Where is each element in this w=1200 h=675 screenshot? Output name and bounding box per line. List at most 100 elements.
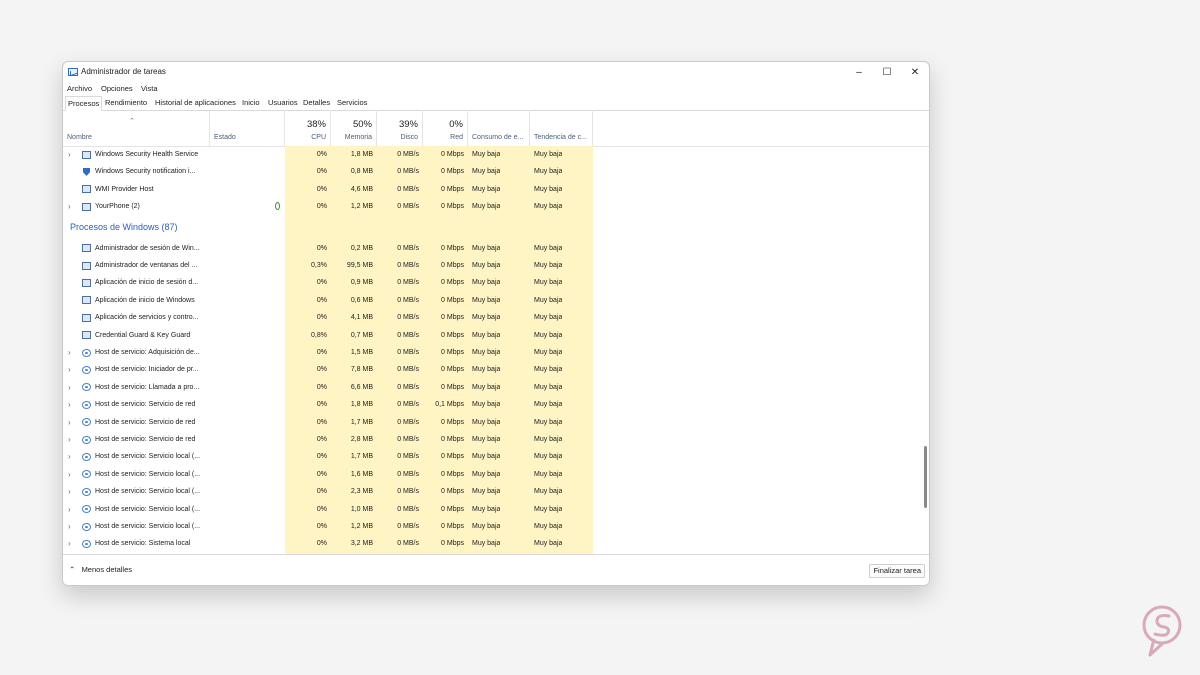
chevron-right-icon[interactable]: › — [68, 344, 71, 361]
process-row[interactable]: › Host de servicio: Servicio local (... 0%… — [63, 483, 929, 500]
process-power: Muy baja — [472, 244, 501, 252]
process-row[interactable]: › Host de servicio: Servicio local (... 0%… — [63, 448, 929, 465]
group-title-windows-processes[interactable]: Procesos de Windows (87) — [70, 217, 178, 237]
process-power: Muy baja — [472, 383, 501, 391]
tab-usuarios[interactable]: Usuarios — [266, 96, 300, 109]
chevron-right-icon[interactable]: › — [68, 535, 71, 552]
process-row[interactable]: › Host de servicio: Servicio de red 0% 2,8 … — [63, 431, 929, 448]
chevron-right-icon[interactable]: › — [68, 379, 71, 396]
process-net: 0 Mbps — [441, 453, 464, 461]
process-power-trend: Muy baja — [534, 349, 563, 356]
chevron-right-icon[interactable]: › — [68, 414, 71, 431]
process-net: 0 Mbps — [441, 262, 464, 269]
process-cpu: 0% — [316, 151, 327, 158]
process-row[interactable]: › Host de servicio: Servicio de red 0% 1,8 … — [63, 396, 929, 413]
chevron-right-icon[interactable]: › — [68, 448, 71, 465]
window-app-icon — [82, 331, 91, 340]
title-bar[interactable]: Administrador de tareas – ☐ ✕ — [63, 62, 929, 82]
process-mem: 0,7 MB — [350, 331, 373, 339]
chevron-right-icon[interactable]: › — [68, 431, 71, 448]
menu-vista[interactable]: Vista — [141, 84, 158, 93]
process-list[interactable]: › Windows Security Health Service 0% 1,8 MB… — [63, 146, 929, 554]
maximize-button[interactable]: ☐ — [873, 62, 901, 82]
process-name: Host de servicio: Sistema local — [95, 540, 191, 548]
process-name: YourPhone (2) — [95, 203, 140, 211]
process-power-trend: Muy baja — [534, 279, 563, 287]
chevron-right-icon[interactable]: › — [68, 466, 71, 483]
process-net: 0 Mbps — [441, 418, 464, 426]
process-row[interactable]: WMI Provider Host 0% 4,6 MB 0 MB/s 0 Mbps Muy… — [63, 181, 929, 198]
process-row[interactable]: › Host de servicio: Iniciador de pr... 0% 7… — [63, 361, 929, 378]
process-row[interactable]: Aplicación de servicios y contro... 0% 4,1… — [63, 309, 929, 326]
chevron-right-icon[interactable]: › — [68, 396, 71, 413]
process-row[interactable]: › Host de servicio: Adquisición de... 0% 1,… — [63, 344, 929, 361]
column-status[interactable]: Estado — [210, 110, 285, 146]
memory-label: Memoria — [344, 134, 372, 141]
chevron-right-icon[interactable]: › — [68, 501, 71, 518]
chevron-right-icon[interactable]: › — [68, 518, 71, 535]
process-row[interactable]: Windows Security notification i... 0% 0,8 … — [63, 163, 929, 180]
process-power-trend: Muy baja — [534, 244, 563, 252]
minimize-button[interactable]: – — [845, 62, 873, 82]
solvetic-logo-icon — [1142, 605, 1182, 657]
process-row[interactable]: Administrador de sesión de Win... 0% 0,2 M… — [63, 240, 929, 257]
process-cpu: 0% — [316, 314, 327, 322]
tab-rendimiento[interactable]: Rendimiento — [103, 96, 149, 109]
column-memory[interactable]: 50% Memoria — [331, 110, 377, 146]
process-row[interactable]: › Host de servicio: Llamada a pro... 0% 6,6… — [63, 379, 929, 396]
process-name: Aplicación de servicios y contro... — [95, 314, 199, 322]
process-mem: 0,6 MB — [350, 296, 373, 304]
tab-procesos[interactable]: Procesos — [65, 96, 103, 111]
process-power: Muy baja — [472, 436, 501, 443]
process-name: Host de servicio: Iniciador de pr... — [95, 366, 199, 374]
tab-detalles[interactable]: Detalles — [301, 96, 332, 109]
process-row[interactable]: › Host de servicio: Servicio local (... 0%… — [63, 501, 929, 518]
process-net: 0 Mbps — [441, 436, 464, 443]
process-disk: 0 MB/s — [397, 349, 419, 356]
process-disk: 0 MB/s — [397, 505, 419, 513]
chevron-right-icon[interactable]: › — [68, 198, 71, 215]
process-disk: 0 MB/s — [397, 262, 419, 269]
process-row[interactable]: › Host de servicio: Servicio local (... 0%… — [63, 466, 929, 483]
process-row[interactable]: Aplicación de inicio de Windows 0% 0,6 MB 0… — [63, 292, 929, 309]
process-mem: 2,3 MB — [350, 488, 373, 496]
process-row[interactable]: › Host de servicio: Sistema local 0% 3,2 MB… — [63, 535, 929, 552]
column-power[interactable]: Consumo de e... — [468, 110, 530, 146]
less-details-link[interactable]: ⌃ Menos detalles — [69, 565, 132, 574]
process-cpu: 0% — [316, 168, 327, 176]
process-disk: 0 MB/s — [397, 540, 419, 548]
column-power-trend[interactable]: Tendencia de c... — [530, 110, 593, 146]
chevron-right-icon[interactable]: › — [68, 483, 71, 500]
chevron-right-icon[interactable]: › — [68, 361, 71, 378]
gear-icon — [82, 539, 91, 548]
window-app-icon — [82, 261, 91, 270]
cpu-label: CPU — [311, 134, 326, 141]
tab-inicio[interactable]: Inicio — [240, 96, 262, 109]
process-net: 0 Mbps — [441, 505, 464, 513]
column-network[interactable]: 0% Red — [423, 110, 468, 146]
tab-historial[interactable]: Historial de aplicaciones — [153, 96, 238, 109]
process-row[interactable]: › Windows Security Health Service 0% 1,8 MB… — [63, 146, 929, 163]
process-mem: 4,1 MB — [350, 314, 373, 322]
gear-icon — [82, 348, 91, 357]
menu-archivo[interactable]: Archivo — [67, 84, 92, 93]
process-row[interactable]: Aplicación de inicio de sesión d... 0% 0,9… — [63, 274, 929, 291]
menu-opciones[interactable]: Opciones — [101, 84, 133, 93]
process-disk: 0 MB/s — [397, 168, 419, 176]
process-row[interactable]: › Host de servicio: Servicio de red 0% 1,7 … — [63, 414, 929, 431]
close-button[interactable]: ✕ — [901, 62, 929, 82]
end-task-button[interactable]: Finalizar tarea — [869, 564, 925, 578]
column-cpu[interactable]: 38% CPU — [285, 110, 331, 146]
chevron-right-icon[interactable]: › — [68, 146, 71, 163]
process-row[interactable]: Credential Guard & Key Guard 0,8% 0,7 MB 0 … — [63, 327, 929, 344]
process-mem: 0,8 MB — [350, 168, 373, 176]
task-manager-icon — [68, 68, 78, 76]
process-row[interactable]: › YourPhone (2) 0% 1,2 MB 0 MB/s 0 Mbps Muy ba… — [63, 198, 929, 215]
gear-icon — [82, 487, 91, 496]
column-name[interactable]: ⌃ Nombre — [63, 110, 210, 146]
column-disk[interactable]: 39% Disco — [377, 110, 423, 146]
process-row[interactable]: › Host de servicio: Servicio local (... 0%… — [63, 518, 929, 535]
process-row[interactable]: Administrador de ventanas del ... 0,3% 99,… — [63, 257, 929, 274]
process-power-trend: Muy baja — [534, 540, 563, 548]
tab-servicios[interactable]: Servicios — [335, 96, 369, 109]
